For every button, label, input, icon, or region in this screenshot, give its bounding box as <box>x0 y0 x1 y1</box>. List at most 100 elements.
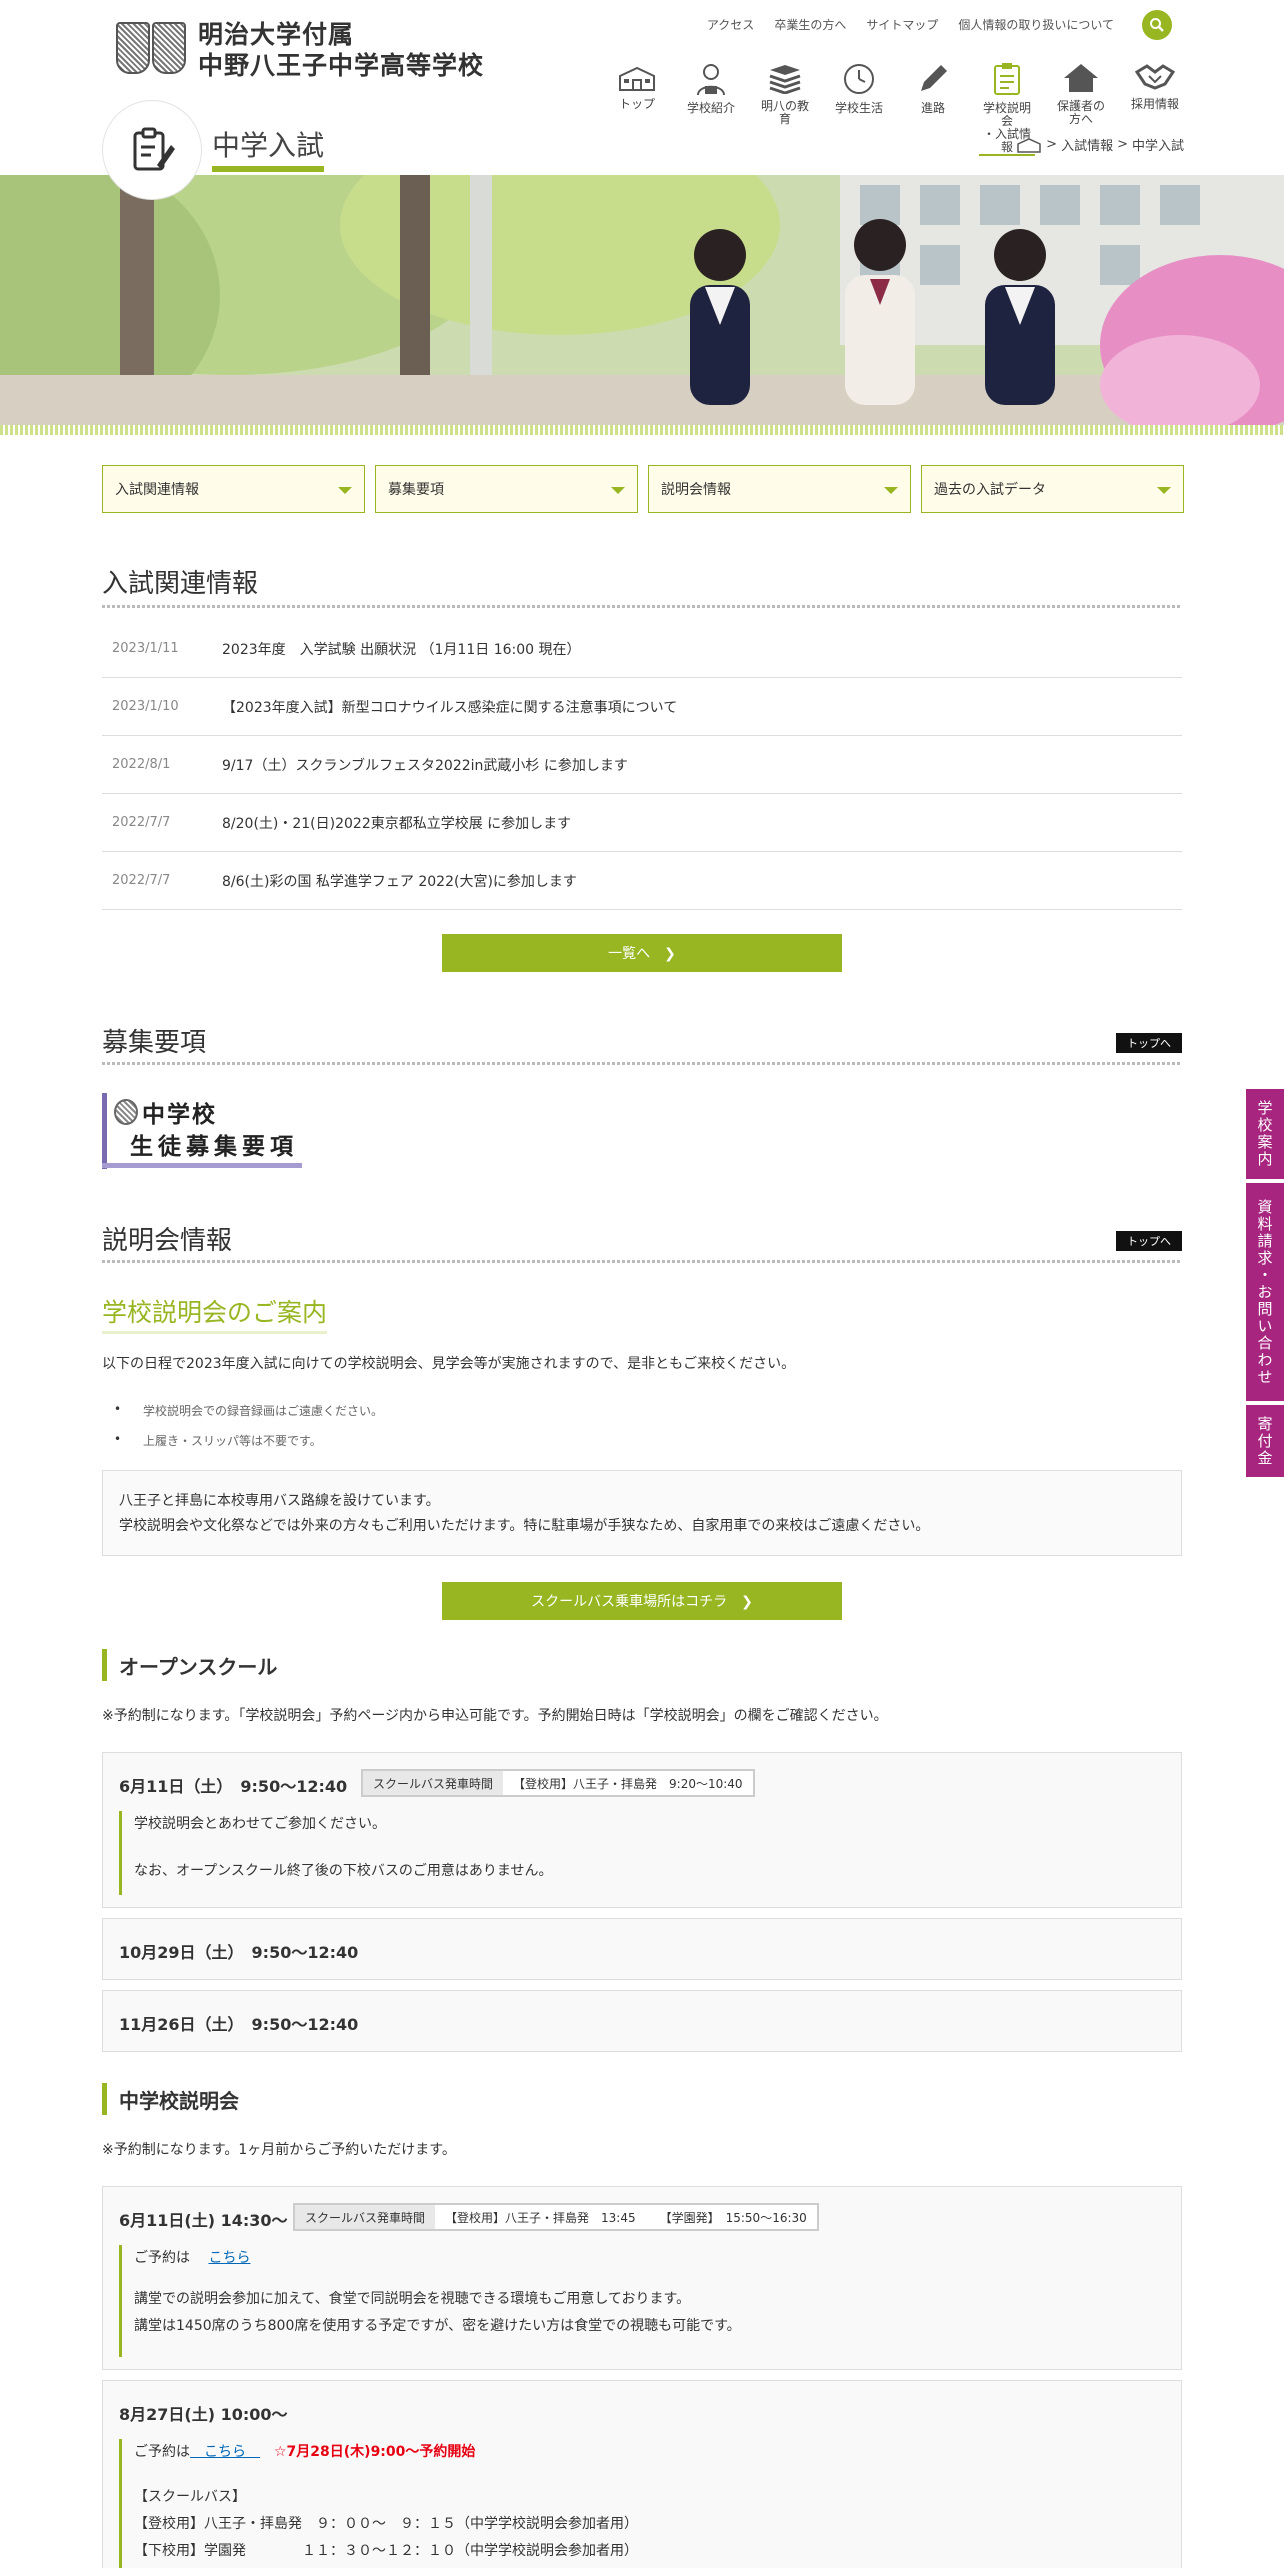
nav-about[interactable]: 学校紹介 <box>683 62 739 156</box>
side-tab-inquiry[interactable]: 資料請求・お問い合わせ <box>1246 1183 1284 1401</box>
breadcrumb-admissions[interactable]: 入試情報 <box>1061 135 1113 154</box>
back-to-top-button[interactable]: トップへ <box>1116 1033 1182 1053</box>
handshake-icon <box>1135 64 1175 90</box>
news-item[interactable]: 2023/1/10 【2023年度入試】新型コロナウイルス感染症に関する注意事項… <box>102 678 1182 736</box>
chu-setsumei-note: ※予約制になります。1ヶ月前からご予約いただけます。 <box>102 2142 456 2158</box>
news-date: 2023/1/10 <box>112 699 179 714</box>
news-more-button[interactable]: 一覧へ ❯ <box>442 934 842 972</box>
home-icon[interactable] <box>1016 137 1042 153</box>
setsumei-subtitle: 学校説明会のご案内 <box>102 1293 328 1334</box>
nav-label: 学校説明会 <box>982 101 1031 128</box>
bus-time-outbound: 【登校用】八王子・拝島発 13:45 <box>445 2210 636 2225</box>
hero-divider <box>0 425 1284 435</box>
list-item: 学校説明会での録音録画はご遠慮ください。 <box>114 1402 384 1419</box>
news-item[interactable]: 2022/8/1 9/17（土）スクランブルフェスタ2022in武蔵小杉 に参加… <box>102 736 1182 794</box>
top-utility-nav: アクセス 卒業生の方へ サイトマップ 個人情報の取り扱いについて <box>707 16 1114 33</box>
event-date: 8月27日(土) 10:00～ <box>119 2405 288 2424</box>
hero-image <box>0 175 1284 425</box>
list-item: 上履き・スリッパ等は不要です。 <box>114 1432 322 1449</box>
news-date: 2022/8/1 <box>112 757 171 772</box>
section-divider <box>102 605 1182 608</box>
nav-career[interactable]: 進路 <box>905 62 961 156</box>
bus-time-box: スクールバス発車時間 【登校用】八王子・拝島発 9:20～10:40 <box>361 1769 755 1797</box>
news-title[interactable]: 【2023年度入試】新型コロナウイルス感染症に関する注意事項について <box>222 697 677 717</box>
news-title[interactable]: 8/20(土)・21(日)2022東京都私立学校展 に参加します <box>222 813 571 833</box>
open-school-event: 11月26日（土） 9:50～12:40 <box>102 1990 1182 2052</box>
news-section-title: 入試関連情報 <box>102 569 259 599</box>
breadcrumb-sep: > <box>1046 137 1058 152</box>
event-text: 【下校用】学園発 １１：３０～１２：１０（中学学校説明会参加者用） <box>134 2543 638 2559</box>
setsumei-event: 6月11日(土) 14:30～ スクールバス発車時間 【登校用】八王子・拝島発 … <box>102 2186 1182 2370</box>
books-icon <box>769 65 801 94</box>
nav-label: 学校生活 <box>834 101 883 115</box>
news-item[interactable]: 2022/7/7 8/20(土)・21(日)2022東京都私立学校展 に参加しま… <box>102 794 1182 852</box>
clock-icon <box>844 64 874 94</box>
event-text: 【スクールバス】 <box>134 2489 246 2505</box>
section-divider <box>102 1260 1182 1263</box>
news-item[interactable]: 2022/7/7 8/6(土)彩の国 私学進学フェア 2022(大宮)に参加しま… <box>102 852 1182 910</box>
reservation-label: ご予約は <box>134 2444 190 2460</box>
bus-stop-button[interactable]: スクールバス乗車場所はコチラ ❯ <box>442 1582 842 1620</box>
tab-setsumei[interactable]: 説明会情報 <box>648 465 911 513</box>
side-tab-guide[interactable]: 学校案内 <box>1246 1089 1284 1179</box>
section-divider <box>102 1062 1182 1065</box>
logo-line2: 中野八王子中学高等学校 <box>198 51 485 80</box>
tab-news[interactable]: 入試関連情報 <box>102 465 365 513</box>
nav-education[interactable]: 明八の教育 <box>757 62 813 156</box>
nav-label: 保護者の方へ <box>1056 99 1105 126</box>
nav-label: 学校紹介 <box>686 101 735 115</box>
setsumei-section-title: 説明会情報 <box>102 1226 233 1256</box>
topnav-privacy[interactable]: 個人情報の取り扱いについて <box>958 16 1114 33</box>
notice-line: 八王子と拝島に本校専用バス路線を設けています。 <box>119 1493 440 1509</box>
breadcrumb-sep: > <box>1117 137 1128 152</box>
event-date: 6月11日（土） 9:50～12:40 <box>119 1777 348 1796</box>
reservation-link[interactable]: こちら <box>208 2250 250 2266</box>
nav-school-life[interactable]: 学校生活 <box>831 62 887 156</box>
news-date: 2022/7/7 <box>112 815 171 830</box>
back-to-top-button[interactable]: トップへ <box>1116 1231 1182 1251</box>
bullet-text: 学校説明会での録音録画はご遠慮ください。 <box>143 1404 384 1418</box>
pencil-icon <box>921 65 947 91</box>
event-body: ご予約は こちら 講堂での説明会参加に加えて、食堂で同説明会を視聴できる環境もご… <box>119 2245 741 2357</box>
open-school-note: ※予約制になります。「学校説明会」予約ページ内から申込可能です。予約開始日時は「… <box>102 1708 888 1724</box>
news-title[interactable]: 9/17（土）スクランブルフェスタ2022in武蔵小杉 に参加します <box>222 755 628 775</box>
open-school-heading: オープンスクール <box>102 1649 277 1681</box>
school-logo[interactable]: 明治大学付属 中野八王子中学高等学校 <box>114 18 484 82</box>
bus-time-label: スクールバス発車時間 <box>363 1771 504 1795</box>
topnav-alumni[interactable]: 卒業生の方へ <box>774 16 846 33</box>
tab-boshu[interactable]: 募集要項 <box>375 465 638 513</box>
logo-line1: 明治大学付属 <box>198 20 355 49</box>
bullet-text: 上履き・スリッパ等は不要です。 <box>143 1434 322 1448</box>
news-title[interactable]: 8/6(土)彩の国 私学進学フェア 2022(大宮)に参加します <box>222 871 577 891</box>
clipboard-pen-icon <box>133 127 175 171</box>
page-title: 中学入試 <box>212 124 325 172</box>
nav-label: トップ <box>618 97 655 111</box>
bus-time-value: 【登校用】八王子・拝島発 9:20～10:40 <box>513 1776 743 1791</box>
bus-time-label: スクールバス発車時間 <box>295 2205 436 2229</box>
emblem-icon <box>114 18 190 82</box>
news-item[interactable]: 2023/1/11 2023年度 入学試験 出願状況 （1月11日 16:00 … <box>102 620 1182 678</box>
open-school-event: 10月29日（土） 9:50～12:40 <box>102 1918 1182 1980</box>
section-tabs: 入試関連情報 募集要項 説明会情報 過去の入試データ <box>102 465 1184 513</box>
event-date: 10月29日（土） 9:50～12:40 <box>119 1943 359 1962</box>
reservation-link[interactable]: こちら <box>190 2444 260 2460</box>
nav-label: 採用情報 <box>1130 97 1179 111</box>
setsumei-event: 8月27日(土) 10:00～ ご予約は こちら ☆7月28日(木)9:00～予… <box>102 2380 1182 2568</box>
nav-label: 進路 <box>920 101 945 115</box>
breadcrumb-current: 中学入試 <box>1131 139 1184 154</box>
side-tab-donation[interactable]: 寄付金 <box>1246 1405 1284 1477</box>
emblem-icon <box>114 1099 138 1125</box>
event-date: 6月11日(土) 14:30～ <box>119 2211 288 2230</box>
tab-past-data[interactable]: 過去の入試データ <box>921 465 1184 513</box>
clipboard-icon <box>994 63 1020 95</box>
search-icon <box>1150 18 1164 32</box>
news-title[interactable]: 2023年度 入学試験 出願状況 （1月11日 16:00 現在） <box>222 639 581 659</box>
boshu-document-link[interactable]: 中学校 生徒募集要項 <box>102 1093 302 1169</box>
topnav-access[interactable]: アクセス <box>707 16 754 33</box>
news-date: 2023/1/11 <box>112 641 179 656</box>
search-button[interactable] <box>1142 10 1172 40</box>
topnav-sitemap[interactable]: サイトマップ <box>866 16 938 33</box>
nav-top[interactable]: トップ <box>609 62 665 156</box>
news-list: 2023/1/11 2023年度 入学試験 出願状況 （1月11日 16:00 … <box>102 620 1182 910</box>
notice-line: 学校説明会や文化祭などでは外来の方々もご利用いただけます。特に駐車場が手狭なため… <box>119 1518 930 1534</box>
